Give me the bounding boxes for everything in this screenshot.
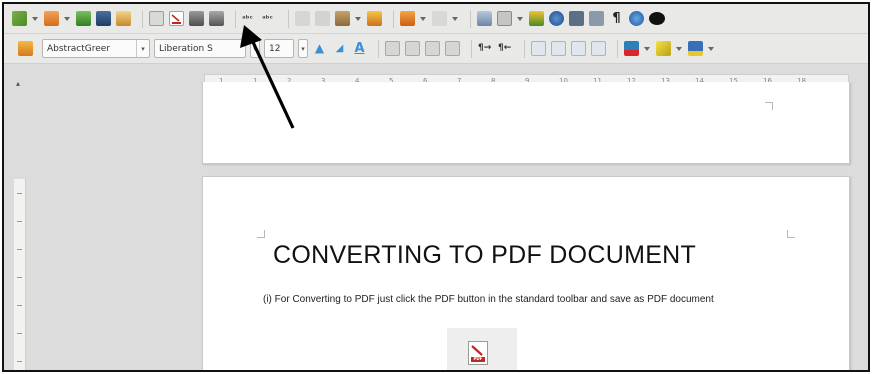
formatting-marks-icon[interactable]: ¶ — [609, 11, 624, 26]
font-size-value: 12 — [269, 43, 281, 54]
pdf-image[interactable]: PDF — [447, 328, 517, 370]
separator — [378, 39, 379, 58]
undo-icon[interactable] — [400, 11, 415, 26]
email-icon[interactable] — [96, 11, 111, 26]
bullets-icon[interactable] — [551, 41, 566, 56]
edit-mode-icon[interactable] — [149, 11, 164, 26]
new-dropdown[interactable] — [32, 16, 38, 21]
help-icon[interactable] — [629, 11, 644, 26]
document-title[interactable]: CONVERTING TO PDF DOCUMENT — [273, 241, 803, 270]
font-size-dropdown[interactable]: ▾ — [298, 39, 308, 58]
margin-corner — [787, 230, 795, 238]
export-pdf-icon[interactable] — [169, 11, 184, 26]
ruler-tick — [17, 361, 22, 362]
font-name-value: Liberation S — [159, 43, 213, 54]
redo-dropdown[interactable] — [452, 16, 458, 21]
print-preview-icon[interactable] — [209, 11, 224, 26]
speech-bubble-icon[interactable] — [649, 12, 665, 25]
paragraph-style-combo[interactable]: AbstractGreer ▾ — [42, 39, 150, 58]
numbering-icon[interactable] — [531, 41, 546, 56]
margin-corner — [765, 102, 773, 110]
increase-indent-icon[interactable] — [591, 41, 606, 56]
separator — [393, 9, 394, 28]
chart-icon[interactable] — [529, 11, 544, 26]
separator — [288, 9, 289, 28]
justify-icon[interactable] — [445, 41, 460, 56]
font-color-icon[interactable] — [624, 41, 639, 56]
ruler-tick — [17, 249, 22, 250]
font-name-combo[interactable]: Liberation S — [154, 39, 246, 58]
pdf-file-icon: PDF — [468, 341, 488, 365]
gallery-icon[interactable] — [569, 11, 584, 26]
redo-icon[interactable] — [432, 11, 447, 26]
margin-corner — [257, 230, 265, 238]
spellcheck-icon[interactable]: ᵃᵇᶜ — [242, 11, 257, 26]
increase-font-icon[interactable]: ▲ — [312, 41, 327, 56]
paste-icon[interactable] — [335, 11, 350, 26]
print-icon[interactable] — [189, 11, 204, 26]
copy-icon[interactable] — [315, 11, 330, 26]
ltr-icon[interactable]: ¶→ — [478, 41, 493, 56]
chevron-down-icon: ▾ — [301, 44, 305, 53]
chevron-down-icon: ▾ — [253, 44, 257, 53]
ruler-tick — [17, 305, 22, 306]
ruler-tick — [17, 333, 22, 334]
separator — [617, 39, 618, 58]
table-dropdown[interactable] — [517, 16, 523, 21]
underline-a-icon[interactable]: A — [352, 41, 367, 56]
font-size-combo[interactable]: 12 — [264, 39, 294, 58]
paragraph-style-dropdown-icon[interactable]: ▾ — [136, 40, 149, 57]
align-right-icon[interactable] — [425, 41, 440, 56]
highlighting-icon[interactable] — [656, 41, 671, 56]
ruler-tick — [17, 277, 22, 278]
save-icon[interactable] — [76, 11, 91, 26]
undo-dropdown[interactable] — [420, 16, 426, 21]
styles-icon[interactable] — [18, 41, 33, 56]
font-name-dropdown[interactable]: ▾ — [250, 39, 260, 58]
paragraph-style-value: AbstractGreer — [47, 43, 111, 54]
edit-file-icon[interactable] — [116, 11, 131, 26]
document-body-text[interactable]: (i) For Converting to PDF just click the… — [263, 294, 798, 305]
decrease-font-icon[interactable]: ◢ — [332, 41, 347, 56]
autospell-icon[interactable]: ᵃᵇᶜ — [262, 11, 277, 26]
document-page-1[interactable] — [202, 82, 850, 164]
navigator-icon[interactable] — [549, 11, 564, 26]
clone-formatting-icon[interactable] — [367, 11, 382, 26]
cut-icon[interactable] — [295, 11, 310, 26]
tab-stop-icon[interactable]: ▴ — [16, 79, 20, 88]
writer-window: ᵃᵇᶜ ᵃᵇᶜ ¶ AbstractGreer ▾ Liberation S ▾… — [2, 2, 870, 372]
open-icon[interactable] — [44, 11, 59, 26]
data-sources-icon[interactable] — [589, 11, 604, 26]
background-color-icon[interactable] — [688, 41, 703, 56]
separator — [524, 39, 525, 58]
open-dropdown[interactable] — [64, 16, 70, 21]
separator — [471, 39, 472, 58]
separator — [142, 9, 143, 28]
standard-toolbar: ᵃᵇᶜ ᵃᵇᶜ ¶ — [4, 4, 868, 34]
align-center-icon[interactable] — [405, 41, 420, 56]
font-color-dropdown[interactable] — [644, 46, 650, 51]
background-color-dropdown[interactable] — [708, 46, 714, 51]
formatting-toolbar: AbstractGreer ▾ Liberation S ▾ 12 ▾ ▲ ◢ … — [4, 34, 868, 64]
separator — [235, 9, 236, 28]
separator — [470, 9, 471, 28]
document-page-2[interactable]: CONVERTING TO PDF DOCUMENT (i) For Conve… — [202, 176, 850, 370]
ruler-tick — [17, 193, 22, 194]
table-icon[interactable] — [497, 11, 512, 26]
align-left-icon[interactable] — [385, 41, 400, 56]
pdf-caption: PDF — [473, 356, 483, 361]
vertical-ruler[interactable] — [14, 179, 26, 370]
paste-dropdown[interactable] — [355, 16, 361, 21]
decrease-indent-icon[interactable] — [571, 41, 586, 56]
hyperlink-icon[interactable] — [477, 11, 492, 26]
rtl-icon[interactable]: ¶← — [498, 41, 513, 56]
new-icon[interactable] — [12, 11, 27, 26]
highlighting-dropdown[interactable] — [676, 46, 682, 51]
ruler-tick — [17, 221, 22, 222]
